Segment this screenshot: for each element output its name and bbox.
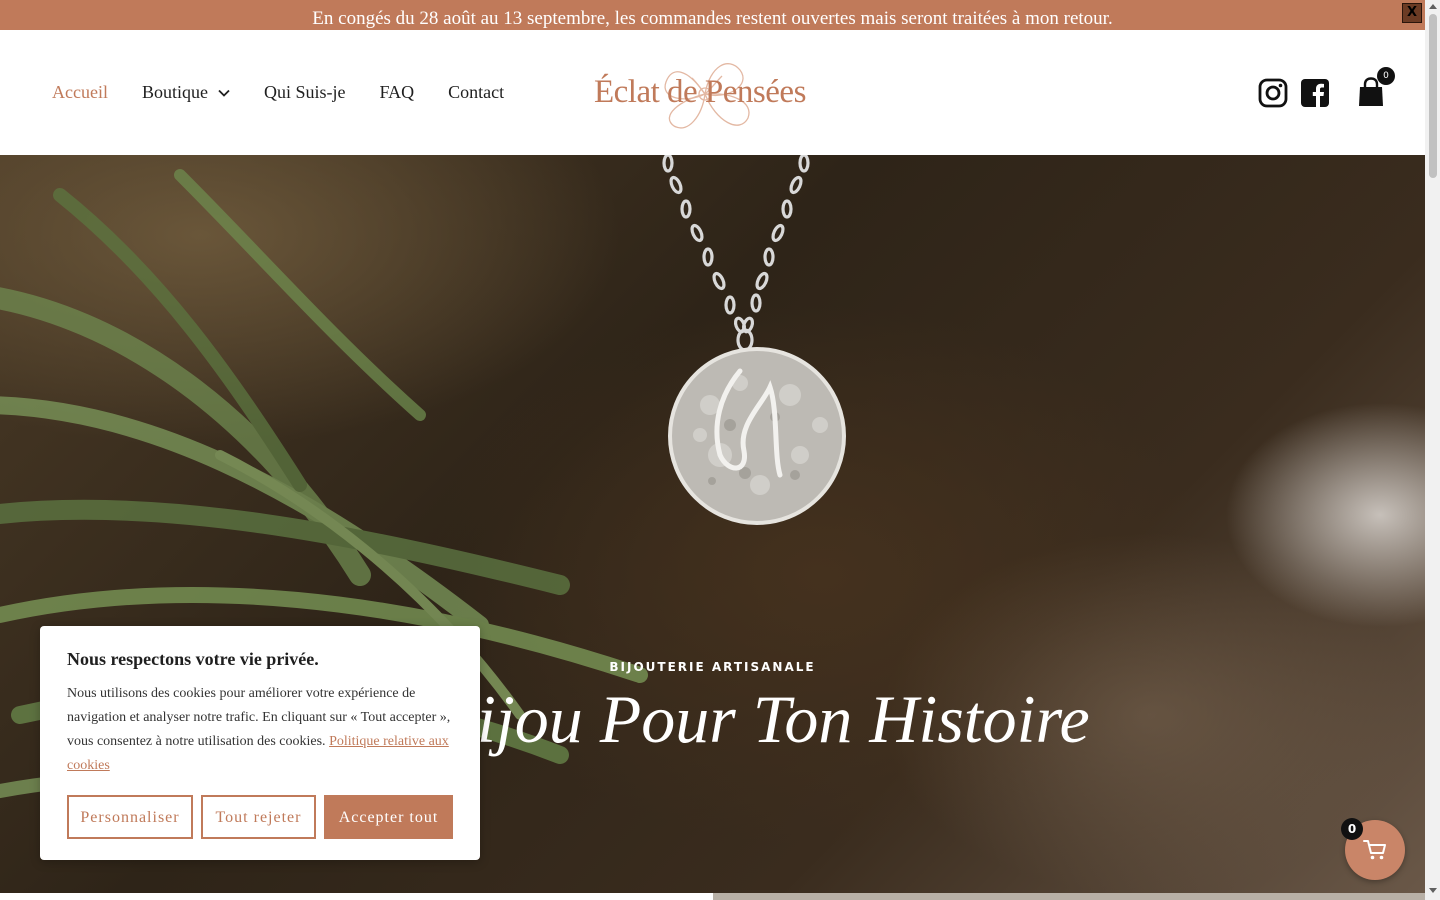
facebook-icon[interactable] xyxy=(1300,78,1330,108)
scroll-thumb[interactable] xyxy=(1429,14,1437,178)
cookie-description: Nous utilisons des cookies pour améliore… xyxy=(67,682,452,778)
nav-item-faq[interactable]: FAQ xyxy=(379,82,414,103)
cookie-title: Nous respectons votre vie privée. xyxy=(67,649,319,669)
cookie-consent-dialog: Nous respectons votre vie privée. Nous u… xyxy=(40,626,480,860)
cart-icon xyxy=(1363,840,1386,860)
accept-all-button[interactable]: Accepter tout xyxy=(324,795,453,839)
customize-button[interactable]: Personnaliser xyxy=(67,795,193,839)
announcement-close-button[interactable]: X xyxy=(1402,3,1422,23)
nav-item-qui-suis-je[interactable]: Qui Suis-je xyxy=(264,82,346,103)
nav-item-accueil[interactable]: Accueil xyxy=(52,82,108,103)
nav-item-label: Accueil xyxy=(52,82,108,102)
reject-all-button[interactable]: Tout rejeter xyxy=(201,795,316,839)
nav-item-label: Contact xyxy=(448,82,505,102)
site-header: Accueil Boutique Qui Suis-je FAQ Contact… xyxy=(0,30,1425,155)
nav-item-label: FAQ xyxy=(379,82,415,102)
instagram-icon[interactable] xyxy=(1258,78,1288,108)
page-scrollbar[interactable] xyxy=(1425,0,1440,900)
next-section-preview xyxy=(713,893,1425,900)
main-nav: Accueil Boutique Qui Suis-je FAQ Contact xyxy=(52,82,538,103)
site-logo[interactable]: Éclat de Pensées xyxy=(592,48,818,140)
floating-cart-count: 0 xyxy=(1341,818,1363,840)
scroll-down-arrow[interactable] xyxy=(1429,888,1437,893)
nav-item-label: Qui Suis-je xyxy=(263,82,346,102)
nav-item-label: Boutique xyxy=(141,82,208,102)
chevron-down-icon xyxy=(218,89,230,97)
scroll-up-arrow[interactable] xyxy=(1429,4,1437,9)
cart-count-badge: 0 xyxy=(1377,67,1395,85)
nav-item-contact[interactable]: Contact xyxy=(448,82,504,103)
brand-name: Éclat de Pensées xyxy=(594,74,806,110)
nav-item-boutique[interactable]: Boutique xyxy=(142,82,230,103)
announcement-text: En congés du 28 août au 13 septembre, le… xyxy=(312,8,1113,29)
announcement-bar: En congés du 28 août au 13 septembre, le… xyxy=(0,0,1425,30)
